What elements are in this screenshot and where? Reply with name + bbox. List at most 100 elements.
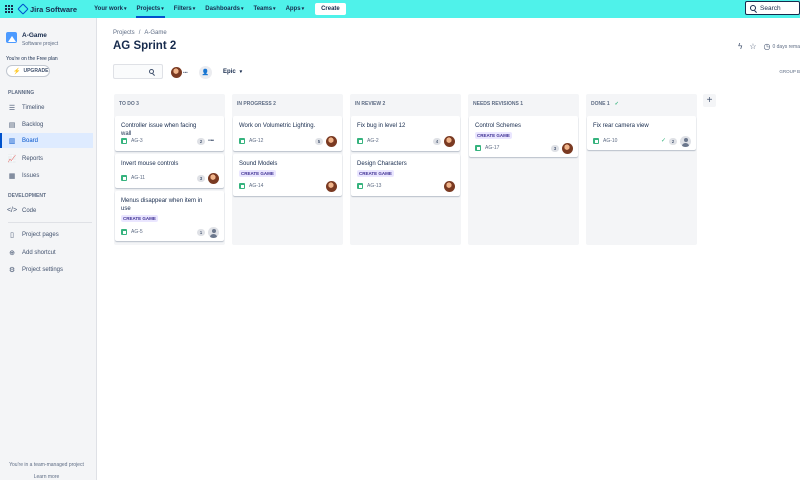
sidebar-item-code[interactable]: </> Code — [0, 203, 93, 218]
card-title: Control Schemes — [475, 123, 522, 129]
assignee-avatar[interactable] — [208, 173, 219, 184]
nav-projects[interactable]: Projects ▾ — [132, 0, 169, 18]
create-button[interactable]: Create — [315, 3, 346, 15]
sidebar-item-timeline[interactable]: ☰ Timeline — [0, 100, 93, 115]
board-icon: ▥ — [8, 137, 16, 145]
unassigned-avatar-icon[interactable] — [680, 136, 691, 147]
project-type: Software project — [22, 41, 59, 47]
column-header: IN REVIEW 2 — [355, 101, 386, 107]
epic-badge: CREATE GAME — [239, 170, 276, 177]
code-icon: </> — [6, 207, 18, 214]
nav-apps[interactable]: Apps ▾ — [281, 0, 310, 18]
sidebar-item-issues[interactable]: ▦ Issues — [0, 168, 93, 183]
issue-key: AG-10 — [603, 138, 618, 144]
epic-badge: CREATE GAME — [121, 215, 158, 222]
issue-card[interactable]: Fix rear camera view AG-10 ✓ 2 — [587, 116, 696, 150]
group-by-dropdown[interactable]: GROUP B — [779, 69, 800, 74]
issue-key: AG-17 — [485, 145, 500, 151]
column-title: DONE 1 — [591, 101, 610, 107]
column-header: IN PROGRESS 2 — [237, 101, 276, 107]
search-icon — [149, 69, 154, 74]
avatar[interactable] — [170, 66, 183, 79]
issue-card[interactable]: Work on Volumetric Lighting. AG-12 5 — [233, 116, 342, 151]
card-title: Fix bug in level 12 — [357, 123, 406, 129]
development-section-label: DEVELOPMENT — [8, 193, 47, 199]
assignee-avatar[interactable] — [444, 136, 455, 147]
learn-more-link[interactable]: Learn more — [0, 474, 93, 480]
column-header: DONE 1 ✓ — [591, 101, 619, 107]
epic-badge: CREATE GAME — [475, 132, 512, 139]
star-icon[interactable]: ☆ — [749, 42, 756, 51]
chevron-down-icon: ▾ — [192, 6, 196, 12]
nav-teams[interactable]: Teams ▾ — [248, 0, 280, 18]
page-title: AG Sprint 2 — [113, 40, 177, 52]
check-icon: ✓ — [614, 101, 619, 107]
add-shortcut-icon: ⊕ — [9, 249, 15, 257]
sidebar-item-project-pages[interactable]: ▯ Project pages — [0, 227, 93, 242]
nav-filters[interactable]: Filters ▾ — [169, 0, 201, 18]
project-name: A-Game — [22, 32, 47, 39]
story-icon — [239, 138, 245, 144]
issue-card[interactable]: Sound Models CREATE GAME AG-14 — [233, 154, 342, 196]
issue-key: AG-11 — [131, 175, 146, 181]
sidebar-item-add-shortcut[interactable]: ⊕ Add shortcut — [0, 245, 93, 260]
board-search-input[interactable] — [113, 64, 163, 79]
more-avatars-icon[interactable]: ••• — [183, 70, 188, 75]
issue-card[interactable]: Invert mouse controls AG-11 3 — [115, 154, 224, 188]
board-header-actions: ϟ ☆ ◷ 0 days rema — [738, 42, 800, 51]
page-icon: ▯ — [10, 231, 14, 239]
card-title: Fix rear camera view — [593, 123, 649, 129]
unassigned-avatar-icon[interactable] — [208, 227, 219, 238]
global-search-input[interactable]: Search — [745, 1, 800, 15]
upgrade-button[interactable]: ⚡ UPGRADE — [6, 65, 50, 77]
project-avatar-icon — [6, 32, 17, 43]
add-people-icon[interactable]: 👤 — [199, 66, 212, 79]
assignee-avatar[interactable] — [562, 143, 573, 154]
lightning-automation-icon[interactable]: ϟ — [738, 42, 742, 51]
chevron-down-icon: ▾ — [273, 6, 276, 12]
column-header: TO DO 3 — [119, 101, 139, 107]
story-icon — [593, 138, 599, 144]
story-icon — [357, 138, 363, 144]
breadcrumb-projects[interactable]: Projects — [113, 30, 135, 36]
chevron-down-icon: ▾ — [124, 6, 127, 12]
chevron-down-icon: ▾ — [301, 6, 305, 12]
sidebar-item-backlog[interactable]: ▤ Backlog — [0, 117, 93, 132]
jira-logo[interactable]: Jira Software — [19, 5, 77, 14]
project-header[interactable]: A-Game Software project — [6, 32, 58, 47]
issues-icon: ▦ — [8, 172, 16, 180]
story-icon — [475, 145, 481, 151]
nav-your-work[interactable]: Your work ▾ — [89, 0, 131, 18]
story-points-badge: 1 — [197, 229, 205, 236]
story-points-badge: 4 — [433, 138, 441, 145]
top-navigation-bar: Jira Software Your work ▾ Projects ▾ Filte… — [0, 0, 800, 18]
issue-key: AG-2 — [367, 138, 379, 144]
sidebar-item-reports[interactable]: 📈 Reports — [0, 151, 93, 166]
issue-key: AG-12 — [249, 138, 264, 144]
issue-card[interactable]: Design Characters CREATE GAME AG-13 — [351, 154, 460, 196]
assignee-avatar[interactable] — [326, 136, 337, 147]
sidebar-divider — [8, 222, 92, 223]
issue-card[interactable]: Fix bug in level 12 AG-2 4 — [351, 116, 460, 151]
chevron-down-icon: ▾ — [240, 6, 244, 12]
backlog-icon: ▤ — [8, 121, 16, 129]
breadcrumb-project[interactable]: A-Game — [144, 30, 166, 36]
assignee-avatar[interactable] — [326, 181, 337, 192]
card-title: Work on Volumetric Lighting. — [239, 123, 316, 129]
sidebar-item-board[interactable]: ▥ Board — [0, 133, 93, 148]
issue-card[interactable]: Controller issue when facing wall AG-3 2… — [115, 116, 224, 151]
issue-card[interactable]: Control Schemes CREATE GAME AG-17 3 — [469, 116, 578, 157]
nav-dashboards[interactable]: Dashboards ▾ — [200, 0, 248, 18]
priority-medium-icon: ═•• — [208, 138, 214, 144]
add-column-button[interactable]: + — [703, 94, 716, 107]
story-points-badge: 3 — [551, 145, 559, 152]
issue-card[interactable]: Menus disappear when item in use CREATE … — [115, 191, 224, 241]
app-switcher-icon[interactable] — [5, 4, 14, 14]
sidebar-item-project-settings[interactable]: ⚙ Project settings — [0, 262, 93, 277]
epic-filter-dropdown[interactable]: Epic ▾ — [223, 69, 242, 75]
story-points-badge: 2 — [669, 138, 677, 145]
issue-key: AG-14 — [249, 183, 264, 189]
assignee-avatar[interactable] — [444, 181, 455, 192]
team-managed-note: You're in a team-managed project — [9, 462, 84, 468]
project-sidebar: A-Game Software project You're on the Fr… — [0, 18, 97, 480]
